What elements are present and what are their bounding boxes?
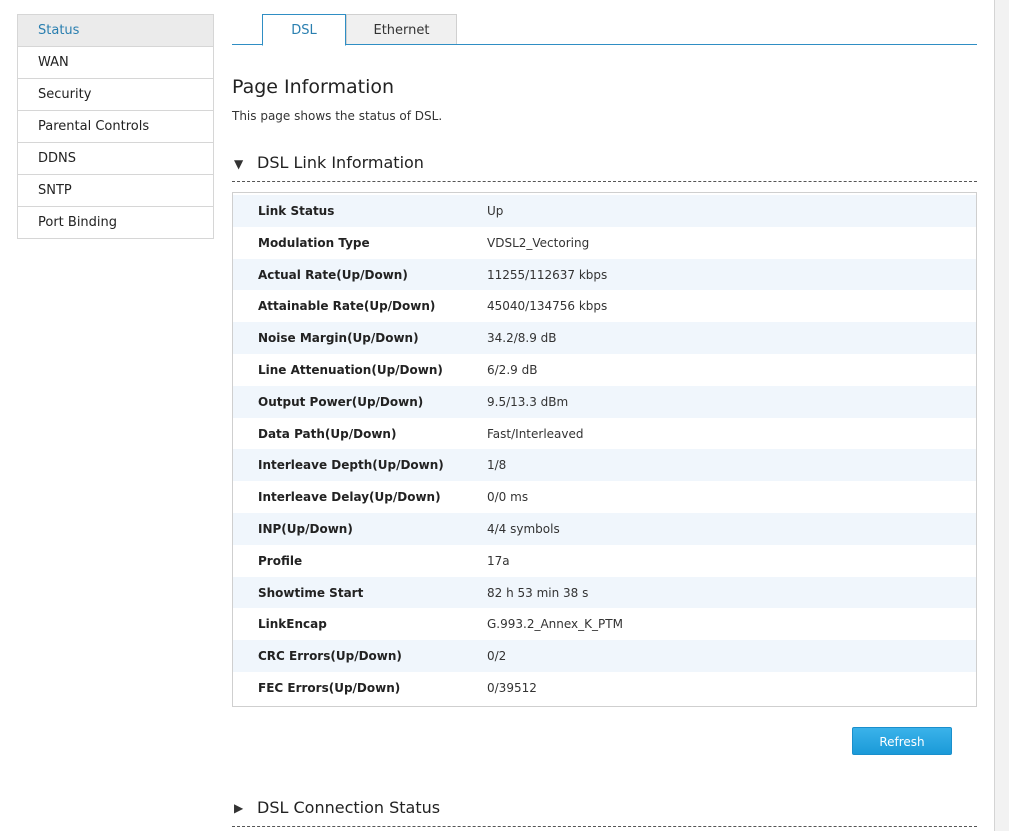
sidebar-item-sntp[interactable]: SNTP <box>18 175 213 207</box>
triangle-down-icon: ▼ <box>234 157 244 171</box>
tab-bar: DSL Ethernet <box>232 14 977 46</box>
row-value: 45040/134756 kbps <box>487 299 608 314</box>
row-key: LinkEncap <box>258 617 327 632</box>
page-description: This page shows the status of DSL. <box>232 109 443 123</box>
sidebar-item-parental-controls[interactable]: Parental Controls <box>18 111 213 143</box>
row-value: G.993.2_Annex_K_PTM <box>487 617 623 632</box>
sidebar-nav: Status WAN Security Parental Controls DD… <box>17 14 214 239</box>
sidebar-item-ddns[interactable]: DDNS <box>18 143 213 175</box>
table-row: CRC Errors(Up/Down) 0/2 <box>233 640 976 672</box>
row-value: 0/39512 <box>487 680 537 695</box>
table-row: Noise Margin(Up/Down) 34.2/8.9 dB <box>233 322 976 354</box>
table-row: Profile 17a <box>233 545 976 577</box>
table-row: Modulation Type VDSL2_Vectoring <box>233 227 976 259</box>
sidebar-item-wan[interactable]: WAN <box>18 47 213 79</box>
row-key: Link Status <box>258 204 335 218</box>
row-key: INP(Up/Down) <box>258 521 353 536</box>
dsl-link-info-table: Link Status Up Modulation Type VDSL2_Vecto… <box>232 192 977 707</box>
row-key: Noise Margin(Up/Down) <box>258 331 419 346</box>
window-right-edge <box>994 0 1009 831</box>
table-row: Link Status Up <box>233 195 976 227</box>
row-key: Attainable Rate(Up/Down) <box>258 299 436 314</box>
row-value: 1/8 <box>487 458 507 473</box>
tab-ethernet[interactable]: Ethernet <box>346 14 457 44</box>
dsl-link-info-header[interactable]: ▼ DSL Link Information <box>232 150 977 182</box>
row-key: Profile <box>258 553 303 568</box>
row-value: VDSL2_Vectoring <box>487 235 590 250</box>
table-row: Interleave Delay(Up/Down) 0/0 ms <box>233 481 976 513</box>
row-value: 17a <box>487 553 510 568</box>
row-value: 34.2/8.9 dB <box>487 331 557 346</box>
sidebar-item-security[interactable]: Security <box>18 79 213 111</box>
table-row: FEC Errors(Up/Down) 0/39512 <box>233 672 976 704</box>
section-title: DSL Link Information <box>257 153 424 172</box>
row-value: Fast/Interleaved <box>487 426 584 441</box>
row-value: 0/2 <box>487 649 507 664</box>
triangle-right-icon: ▶ <box>234 801 244 815</box>
table-row: INP(Up/Down) 4/4 symbols <box>233 512 976 545</box>
section-title: DSL Connection Status <box>257 798 441 817</box>
row-key: Interleave Depth(Up/Down) <box>258 458 444 473</box>
table-row: Showtime Start 82 h 53 min 38 s <box>233 576 976 609</box>
row-key: Line Attenuation(Up/Down) <box>258 362 443 377</box>
row-value: 6/2.9 dB <box>487 362 538 377</box>
table-row: Data Path(Up/Down) Fast/Interleaved <box>233 418 976 450</box>
row-key: FEC Errors(Up/Down) <box>258 680 401 695</box>
table-row: Output Power(Up/Down) 9.5/13.3 dBm <box>233 385 976 418</box>
row-key: Data Path(Up/Down) <box>258 426 397 441</box>
tab-dsl[interactable]: DSL <box>262 14 346 46</box>
row-value: 82 h 53 min 38 s <box>487 585 589 600</box>
sidebar-item-port-binding[interactable]: Port Binding <box>18 207 213 239</box>
refresh-button[interactable]: Refresh <box>852 727 952 755</box>
dsl-connection-status-header[interactable]: ▶ DSL Connection Status <box>232 795 977 827</box>
row-value: 9.5/13.3 dBm <box>487 394 569 409</box>
sidebar-item-status[interactable]: Status <box>18 15 213 47</box>
row-key: Showtime Start <box>258 585 364 600</box>
row-key: Actual Rate(Up/Down) <box>258 267 408 282</box>
row-value: Up <box>487 204 504 218</box>
row-key: Modulation Type <box>258 235 370 250</box>
table-row: Line Attenuation(Up/Down) 6/2.9 dB <box>233 354 976 386</box>
table-row: Actual Rate(Up/Down) 11255/112637 kbps <box>233 258 976 291</box>
row-value: 0/0 ms <box>487 490 529 505</box>
table-row: Attainable Rate(Up/Down) 45040/134756 kbp… <box>233 290 976 322</box>
row-value: 4/4 symbols <box>487 521 560 536</box>
table-row: Interleave Depth(Up/Down) 1/8 <box>233 449 976 482</box>
row-key: Interleave Delay(Up/Down) <box>258 490 441 505</box>
row-value: 11255/112637 kbps <box>487 267 608 282</box>
page-title: Page Information <box>232 76 395 98</box>
row-key: CRC Errors(Up/Down) <box>258 649 402 664</box>
row-key: Output Power(Up/Down) <box>258 394 424 409</box>
table-row: LinkEncap G.993.2_Annex_K_PTM <box>233 608 976 640</box>
